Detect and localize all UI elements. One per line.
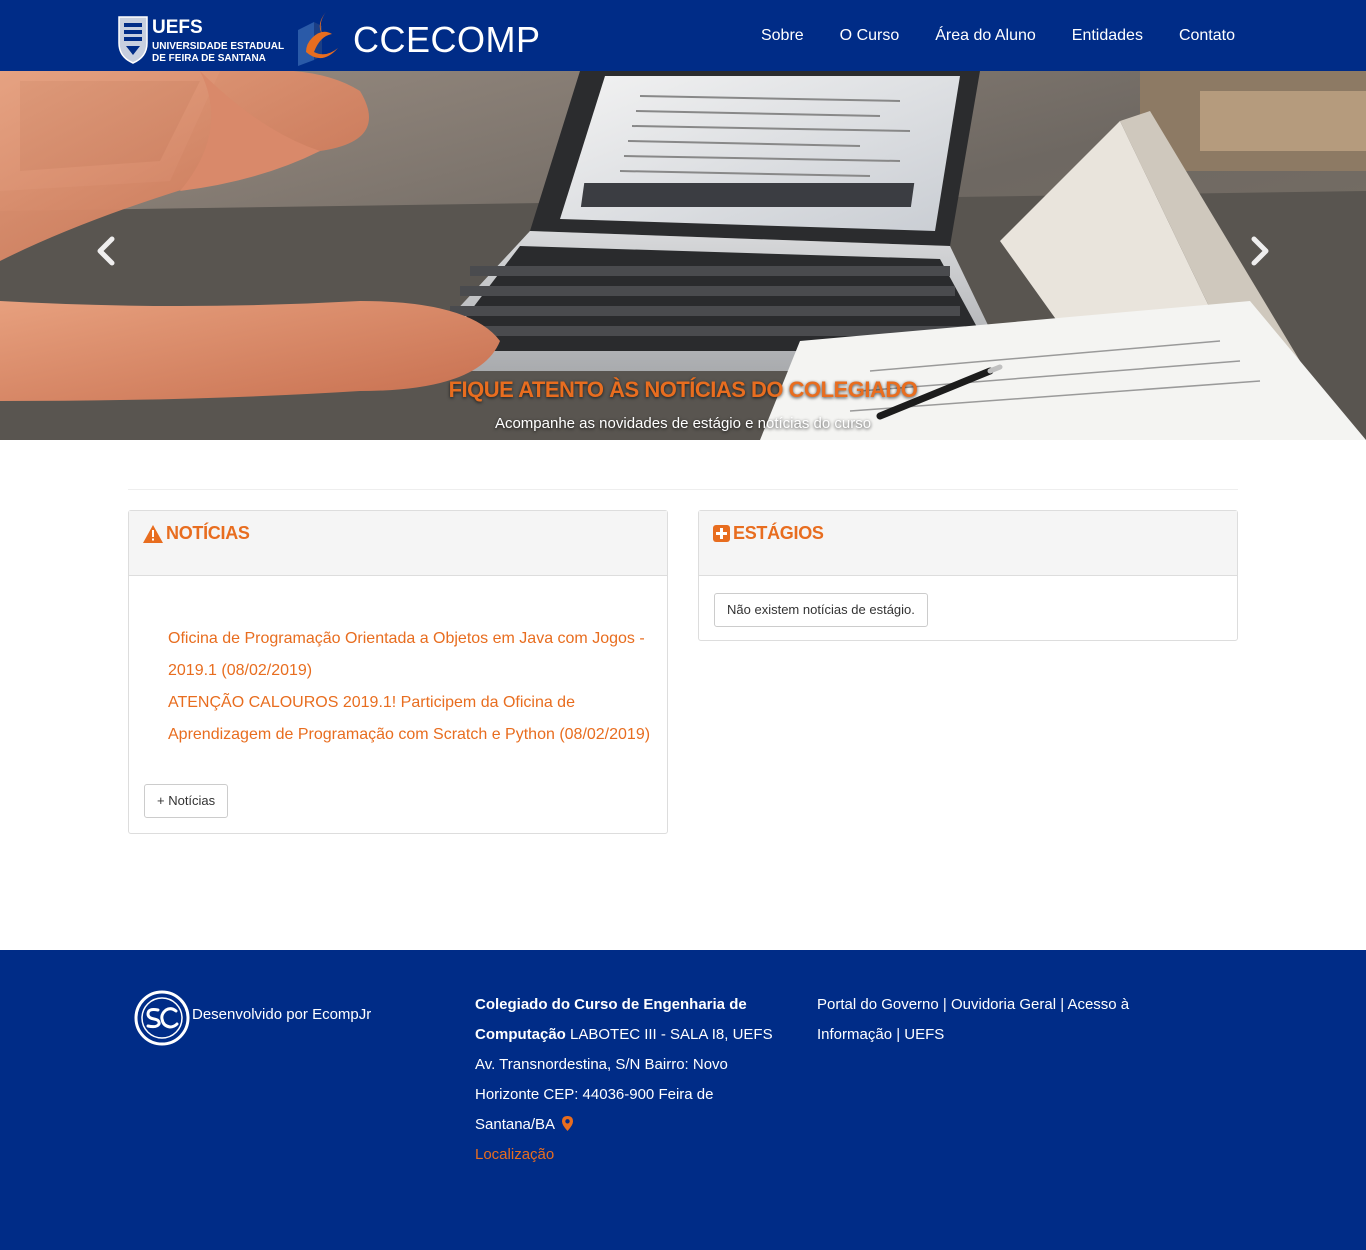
carousel-prev-button[interactable]	[86, 231, 126, 271]
site-brand[interactable]: CCECOMP	[353, 18, 541, 62]
uefs-subtitle: UNIVERSIDADE ESTADUAL DE FEIRA DE SANTAN…	[152, 41, 284, 65]
uefs-subtitle-line2: DE FEIRA DE SANTANA	[152, 53, 266, 64]
news-item-1[interactable]: Oficina de Programação Orientada a Objet…	[168, 623, 658, 687]
news-panel-title-text: NOTÍCIAS	[166, 523, 250, 543]
link-separator: |	[938, 996, 951, 1013]
main-nav: Sobre O Curso Área do Aluno Entidades Co…	[743, 0, 1253, 71]
link-uefs[interactable]: UEFS	[904, 1026, 944, 1043]
link-portal-do-governo[interactable]: Portal do Governo	[817, 996, 939, 1013]
news-panel-title: NOTÍCIAS	[143, 523, 250, 544]
news-panel: NOTÍCIAS Oficina de Programação Orientad…	[128, 510, 668, 834]
uefs-crest-icon	[118, 16, 148, 64]
news-item-2[interactable]: ATENÇÃO CALOUROS 2019.1! Participem da O…	[168, 687, 658, 751]
uefs-logo[interactable]: UEFS UNIVERSIDADE ESTADUAL DE FEIRA DE S…	[116, 13, 292, 67]
nav-item-o-curso[interactable]: O Curso	[822, 0, 918, 71]
news-list: Oficina de Programação Orientada a Objet…	[168, 623, 658, 751]
internships-panel-title-text: ESTÁGIOS	[733, 523, 824, 543]
plus-square-icon	[713, 525, 730, 542]
nav-item-area-do-aluno[interactable]: Área do Aluno	[917, 0, 1054, 71]
top-navbar: UEFS UNIVERSIDADE ESTADUAL DE FEIRA DE S…	[0, 0, 1366, 71]
internships-panel: ESTÁGIOS Não existem notícias de estágio…	[698, 510, 1238, 641]
more-news-button[interactable]: + Notícias	[144, 784, 229, 818]
link-separator: |	[1056, 996, 1068, 1013]
nav-item-contato[interactable]: Contato	[1161, 0, 1253, 71]
footer-links: Portal do Governo | Ouvidoria Geral | Ac…	[817, 990, 1147, 1050]
ecompjr-logo-icon[interactable]	[134, 990, 190, 1046]
section-divider	[128, 489, 1238, 490]
no-internships-message: Não existem notícias de estágio.	[714, 593, 928, 627]
uefs-subtitle-line1: UNIVERSIDADE ESTADUAL	[152, 41, 285, 52]
footer-address: Colegiado do Curso de Engenharia de Comp…	[475, 990, 795, 1170]
site-footer: Desenvolvido por EcompJr Colegiado do Cu…	[0, 950, 1366, 1250]
carousel-caption-subtitle: Acompanhe as novidades de estágio e notí…	[494, 415, 872, 432]
hero-carousel: FIQUE ATENTO ÀS NOTÍCIAS DO COLEGIADO Ac…	[0, 71, 1366, 440]
nav-item-sobre[interactable]: Sobre	[743, 0, 822, 71]
link-ouvidoria-geral[interactable]: Ouvidoria Geral	[951, 996, 1056, 1013]
carousel-caption-title: FIQUE ATENTO ÀS NOTÍCIAS DO COLEGIADO	[448, 377, 918, 402]
internships-panel-header: ESTÁGIOS	[699, 511, 1237, 576]
map-marker-icon	[562, 1116, 574, 1131]
warning-icon	[143, 524, 163, 543]
nav-item-entidades[interactable]: Entidades	[1054, 0, 1161, 71]
link-separator: |	[892, 1026, 905, 1043]
internships-panel-title: ESTÁGIOS	[713, 523, 824, 544]
carousel-next-button[interactable]	[1240, 231, 1280, 271]
developer-credit: Desenvolvido por EcompJr	[192, 1006, 372, 1023]
location-link[interactable]: Localização	[475, 1146, 554, 1163]
engineering-computing-logo-icon	[298, 12, 338, 66]
news-panel-header: NOTÍCIAS	[129, 511, 667, 576]
uefs-word: UEFS	[152, 17, 203, 38]
